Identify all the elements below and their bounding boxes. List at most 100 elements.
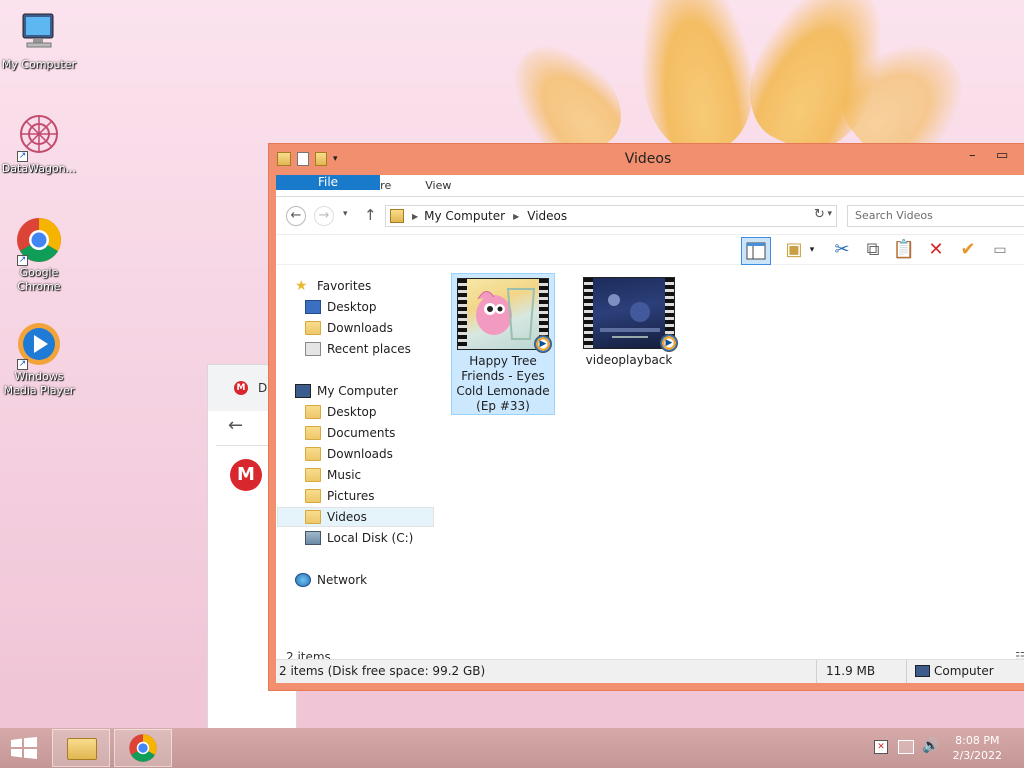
select-folder-icon[interactable]: ▣ xyxy=(782,239,806,263)
dropdown-chevron-icon[interactable]: ▾ xyxy=(806,239,818,263)
play-badge-icon: ▶ xyxy=(660,334,678,352)
nav-computer-documents[interactable]: Documents xyxy=(305,423,463,443)
file-item[interactable]: ▶ videoplayback xyxy=(577,273,681,373)
nav-computer-downloads[interactable]: Downloads xyxy=(305,444,463,464)
taskbar-file-explorer[interactable] xyxy=(52,729,110,767)
delete-icon[interactable]: ✕ xyxy=(924,239,948,263)
pictures-folder-icon xyxy=(305,489,321,503)
computer-icon xyxy=(15,8,63,56)
navigation-pane: ★ Favorites Desktop Downloads Recent pla… xyxy=(276,268,436,658)
breadcrumb-separator-icon[interactable]: ▶ xyxy=(412,212,418,221)
status-bar: 2 items (Disk free space: 99.2 GB) 11.9 … xyxy=(276,659,1024,683)
status-size: 11.9 MB xyxy=(826,664,876,678)
recent-places-icon xyxy=(305,342,321,356)
nav-label: Documents xyxy=(327,426,396,440)
desktop-icon-datawagon[interactable]: ↗ DataWagon... xyxy=(0,112,78,176)
status-divider xyxy=(816,660,817,683)
chrome-icon xyxy=(129,734,157,762)
shortcut-arrow-icon: ↗ xyxy=(17,359,28,370)
title-bar[interactable]: ▾ Videos – ▭ xyxy=(269,144,1024,174)
videos-folder-icon xyxy=(390,209,404,223)
nav-computer-desktop[interactable]: Desktop xyxy=(305,402,463,422)
downloads-folder-icon xyxy=(305,321,321,335)
copy-icon[interactable]: ⧉ xyxy=(861,239,885,263)
volume-icon[interactable]: 🔊 xyxy=(922,738,939,754)
refresh-button[interactable]: ↻ xyxy=(814,207,825,222)
nav-label: Pictures xyxy=(327,489,375,503)
nav-favorites-recent-places[interactable]: Recent places xyxy=(305,339,463,359)
desktop-icon-label: Google Chrome xyxy=(17,266,61,293)
rename-check-icon[interactable]: ✔ xyxy=(956,239,980,263)
desktop-icon-label: DataWagon... xyxy=(1,162,77,175)
play-badge-icon: ▶ xyxy=(534,335,552,353)
desktop-folder-icon xyxy=(305,405,321,419)
nav-label: Music xyxy=(327,468,362,482)
network-tray-icon[interactable] xyxy=(898,740,914,754)
video-thumbnail: ▶ xyxy=(583,277,678,352)
tab-view[interactable]: View xyxy=(408,175,468,196)
nav-computer-music[interactable]: Music xyxy=(305,465,463,485)
desktop-icon-label: My Computer xyxy=(1,58,77,71)
address-bar[interactable]: ▶ My Computer ▶ Videos ▾ xyxy=(385,205,837,227)
taskbar-google-chrome[interactable] xyxy=(114,729,172,767)
rename-field-icon[interactable]: ▭ xyxy=(988,239,1012,263)
recent-locations-chevron-icon[interactable]: ▾ xyxy=(343,209,348,219)
nav-label: Desktop xyxy=(327,405,377,419)
nav-computer-videos[interactable]: Videos xyxy=(277,507,434,527)
nav-computer-pictures[interactable]: Pictures xyxy=(305,486,463,506)
datawagon-logo-icon: ↗ xyxy=(15,112,63,162)
start-button[interactable] xyxy=(10,737,38,759)
breadcrumb-separator-icon[interactable]: ▶ xyxy=(513,212,519,221)
tab-file[interactable]: File xyxy=(276,175,380,190)
network-icon xyxy=(295,573,311,587)
wallpaper-petal xyxy=(628,0,762,157)
chrome-icon: ↗ xyxy=(15,216,63,266)
forward-button[interactable]: → xyxy=(314,206,334,226)
cut-icon[interactable]: ✂ xyxy=(830,239,854,263)
computer-icon xyxy=(295,384,311,398)
browser-tab-title: D xyxy=(258,381,268,395)
minimize-button[interactable]: – xyxy=(969,148,976,163)
command-toolbar: ▣ ▾ ✂ ⧉ 📋 ✕ ✔ ▭ xyxy=(276,235,1024,265)
address-dropdown-icon[interactable]: ▾ xyxy=(827,209,832,219)
nav-computer-local-disk[interactable]: Local Disk (C:) xyxy=(305,528,463,548)
file-item[interactable]: ▶ Happy Tree Friends - Eyes Cold Lemonad… xyxy=(451,273,555,415)
window-title: Videos xyxy=(624,151,672,167)
preview-pane-button[interactable] xyxy=(741,237,771,265)
documents-folder-icon xyxy=(305,426,321,440)
status-computer-icon xyxy=(915,665,930,677)
nav-label: Downloads xyxy=(327,447,393,461)
maximize-button[interactable]: ▭ xyxy=(996,148,1008,163)
nav-label: Favorites xyxy=(317,279,372,293)
nav-favorites-desktop[interactable]: Desktop xyxy=(305,297,463,317)
back-button[interactable]: ← xyxy=(286,206,306,226)
desktop-icon-my-computer[interactable]: My Computer xyxy=(0,8,78,72)
breadcrumb-my-computer[interactable]: My Computer xyxy=(424,209,505,223)
search-input[interactable]: Search Videos xyxy=(847,205,1024,227)
mega-logo-badge: M xyxy=(230,459,262,491)
back-arrow-icon[interactable]: ← xyxy=(228,415,243,436)
breadcrumb-videos[interactable]: Videos xyxy=(527,209,567,223)
nav-favorites[interactable]: ★ Favorites xyxy=(295,276,453,296)
clock-date: 2/3/2022 xyxy=(952,749,1002,762)
taskbar: ✕ 🔊 8:08 PM 2/3/2022 xyxy=(0,728,1024,768)
action-center-flag-icon[interactable]: ✕ xyxy=(874,740,888,754)
nav-label: My Computer xyxy=(317,384,398,398)
desktop-icon-label: Windows Media Player xyxy=(3,370,75,397)
nav-favorites-downloads[interactable]: Downloads xyxy=(305,318,463,338)
file-name: Happy Tree Friends - Eyes Cold Lemonade … xyxy=(456,354,550,413)
video-thumbnail: ▶ xyxy=(457,278,552,353)
nav-network[interactable]: Network xyxy=(295,570,453,590)
videos-folder-icon xyxy=(305,510,321,524)
explorer-window[interactable]: ▾ Videos – ▭ File Home Share View ← → ▾ … xyxy=(268,143,1024,691)
system-clock[interactable]: 8:08 PM 2/3/2022 xyxy=(953,733,1002,763)
desktop-icon xyxy=(305,300,321,314)
music-folder-icon xyxy=(305,468,321,482)
media-player-icon: ↗ xyxy=(15,320,63,370)
nav-my-computer[interactable]: My Computer xyxy=(295,381,453,401)
desktop-icon-google-chrome[interactable]: ↗ Google Chrome xyxy=(0,216,78,294)
desktop-icon-windows-media-player[interactable]: ↗ Windows Media Player xyxy=(0,320,78,398)
ribbon-tabs: File Home Share View xyxy=(276,175,1024,197)
paste-icon[interactable]: 📋 xyxy=(892,239,916,263)
up-button[interactable]: ↑ xyxy=(364,206,377,224)
